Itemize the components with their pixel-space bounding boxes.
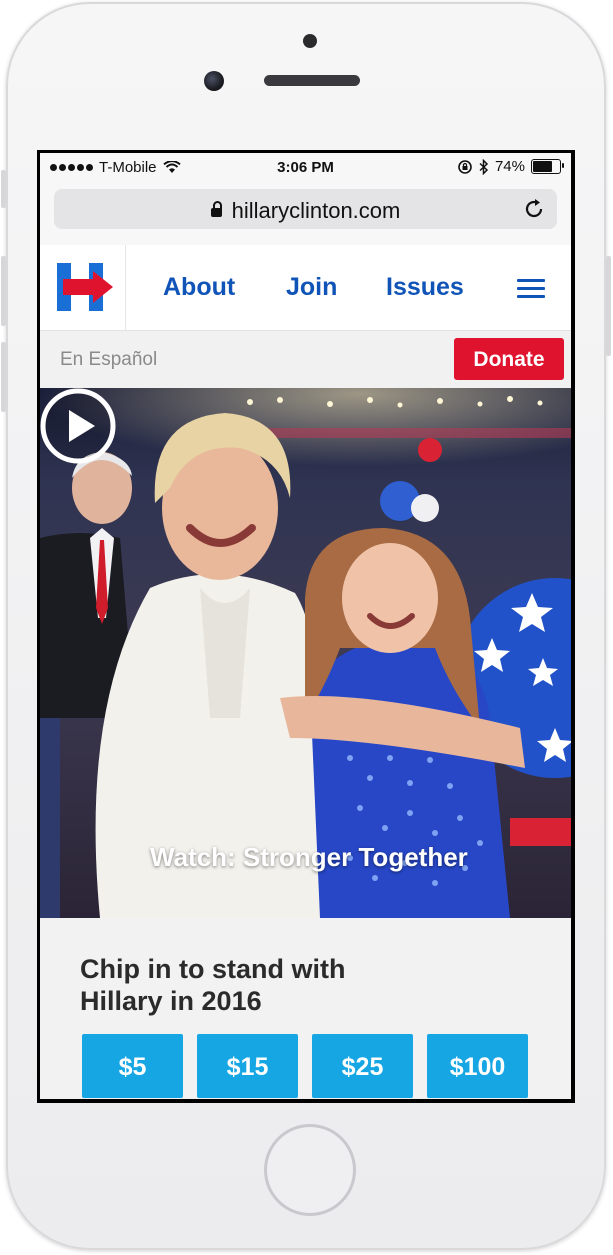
lock-icon bbox=[210, 201, 222, 217]
donation-panel: Chip in to stand with Hillary in 2016 $5… bbox=[40, 918, 571, 1099]
screen-content: T-Mobile 3:06 PM 74% hillaryclinton.com … bbox=[40, 153, 571, 1099]
power-button bbox=[606, 256, 611, 356]
phone-screen: T-Mobile 3:06 PM 74% hillaryclinton.com … bbox=[37, 150, 575, 1103]
utility-bar: En Español Donate bbox=[40, 331, 571, 388]
donate-amount-button[interactable]: $25 bbox=[312, 1034, 413, 1098]
home-button[interactable] bbox=[264, 1124, 356, 1216]
nav-link-issues[interactable]: Issues bbox=[386, 273, 464, 302]
logo-cell[interactable] bbox=[40, 245, 126, 330]
video-title[interactable]: Watch: Stronger Together bbox=[150, 842, 468, 873]
reload-icon[interactable] bbox=[523, 198, 545, 220]
nav-link-about[interactable]: About bbox=[163, 273, 235, 302]
mute-switch bbox=[1, 170, 6, 208]
volume-down-button bbox=[1, 342, 6, 412]
orientation-lock-icon bbox=[458, 159, 472, 174]
play-icon[interactable] bbox=[40, 388, 116, 464]
proximity-sensor bbox=[303, 34, 317, 48]
front-camera bbox=[204, 71, 224, 91]
donation-heading: Chip in to stand with Hillary in 2016 bbox=[80, 954, 346, 1016]
donate-amount-button[interactable]: $100 bbox=[427, 1034, 528, 1098]
hero-photo bbox=[40, 388, 571, 918]
donate-amount-button[interactable]: $15 bbox=[197, 1034, 298, 1098]
bluetooth-icon bbox=[479, 158, 489, 175]
hamburger-menu-icon[interactable] bbox=[517, 279, 545, 299]
nav-link-join[interactable]: Join bbox=[286, 273, 337, 302]
campaign-logo[interactable] bbox=[57, 263, 113, 311]
earpiece-speaker bbox=[264, 75, 360, 86]
battery-icon bbox=[531, 159, 564, 174]
battery-percent: 74% bbox=[494, 158, 525, 175]
site-nav: About Join Issues bbox=[40, 245, 571, 331]
donate-amount-button[interactable]: $5 bbox=[82, 1034, 183, 1098]
donate-button[interactable]: Donate bbox=[454, 338, 564, 380]
url-text: hillaryclinton.com bbox=[231, 198, 401, 223]
address-bar[interactable]: hillaryclinton.com bbox=[54, 189, 557, 229]
spanish-language-link[interactable]: En Español bbox=[60, 349, 157, 371]
status-bar: T-Mobile 3:06 PM 74% bbox=[40, 153, 571, 183]
hero-video[interactable]: Watch: Stronger Together bbox=[40, 388, 571, 918]
volume-up-button bbox=[1, 256, 6, 326]
